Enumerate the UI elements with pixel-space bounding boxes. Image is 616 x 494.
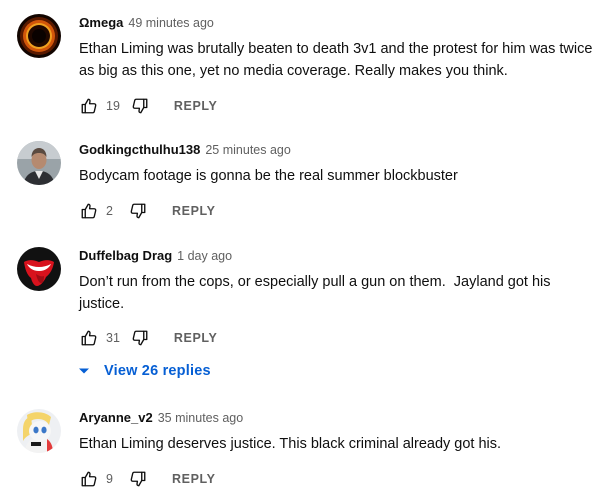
thumbs-up-icon — [81, 471, 97, 487]
thumbs-down-icon — [132, 98, 148, 114]
reply-button[interactable]: REPLY — [172, 204, 216, 218]
thumbs-down-icon — [130, 203, 146, 219]
avatar[interactable] — [17, 409, 61, 453]
rolling-stones-tongue-avatar — [17, 247, 61, 291]
like-button[interactable] — [79, 469, 99, 489]
avatar[interactable] — [17, 247, 61, 291]
comment-text: Don’t run from the cops, or especially p… — [79, 274, 555, 312]
dislike-button[interactable] — [128, 201, 148, 221]
thumbs-up-icon — [81, 203, 97, 219]
comment-time[interactable]: 25 minutes ago — [205, 143, 290, 157]
man-portrait-avatar — [17, 141, 61, 185]
comment-text: Bodycam footage is gonna be the real sum… — [79, 168, 458, 184]
comment-actions: 19 REPLY — [79, 94, 217, 118]
like-button[interactable] — [79, 96, 99, 116]
thumbs-up-icon — [81, 330, 97, 346]
cartoon-pony-avatar — [17, 409, 61, 453]
avatar[interactable] — [17, 141, 61, 185]
thumbs-up-icon — [81, 98, 97, 114]
comment-actions: 31 REPLY — [79, 326, 217, 350]
comment-author[interactable]: Duffelbag Drag — [79, 248, 172, 263]
eye-of-sauron-avatar — [17, 14, 61, 58]
comment-text: Ethan Liming deserves justice. This blac… — [79, 436, 502, 452]
comment-text: Ethan Liming was brutally beaten to deat… — [79, 41, 597, 79]
chevron-down-icon — [79, 368, 89, 374]
thumbs-down-icon — [132, 330, 148, 346]
like-count: 9 — [106, 472, 113, 486]
comment-time[interactable]: 49 minutes ago — [128, 16, 213, 30]
reply-button[interactable]: REPLY — [174, 99, 218, 113]
like-count: 19 — [106, 99, 120, 113]
comment-header: Godkingcthulhu138 25 minutes ago — [79, 141, 291, 159]
thumbs-down-icon — [130, 471, 146, 487]
comment-author[interactable]: Godkingcthulhu138 — [79, 142, 200, 157]
comment-actions: 2 REPLY — [79, 199, 216, 223]
comment-header: Aryanne_v2 35 minutes ago — [79, 409, 243, 427]
dislike-button[interactable] — [128, 469, 148, 489]
like-button[interactable] — [79, 201, 99, 221]
dislike-button[interactable] — [130, 328, 150, 348]
reply-button[interactable]: REPLY — [174, 331, 218, 345]
comment-time[interactable]: 1 day ago — [177, 249, 232, 263]
view-replies-label: View 26 replies — [104, 363, 211, 379]
like-button[interactable] — [79, 328, 99, 348]
comment-time[interactable]: 35 minutes ago — [158, 411, 243, 425]
reply-button[interactable]: REPLY — [172, 472, 216, 486]
comment-header: Duffelbag Drag 1 day ago — [79, 247, 232, 265]
view-replies-button[interactable]: View 26 replies — [78, 361, 211, 381]
like-count: 31 — [106, 331, 120, 345]
like-count: 2 — [106, 204, 113, 218]
dislike-button[interactable] — [130, 96, 150, 116]
comment-header: Ωmega 49 minutes ago — [79, 14, 214, 32]
comment-author[interactable]: Ωmega — [79, 15, 123, 30]
comment-author[interactable]: Aryanne_v2 — [79, 410, 153, 425]
comment-actions: 9 REPLY — [79, 467, 216, 491]
avatar[interactable] — [17, 14, 61, 58]
